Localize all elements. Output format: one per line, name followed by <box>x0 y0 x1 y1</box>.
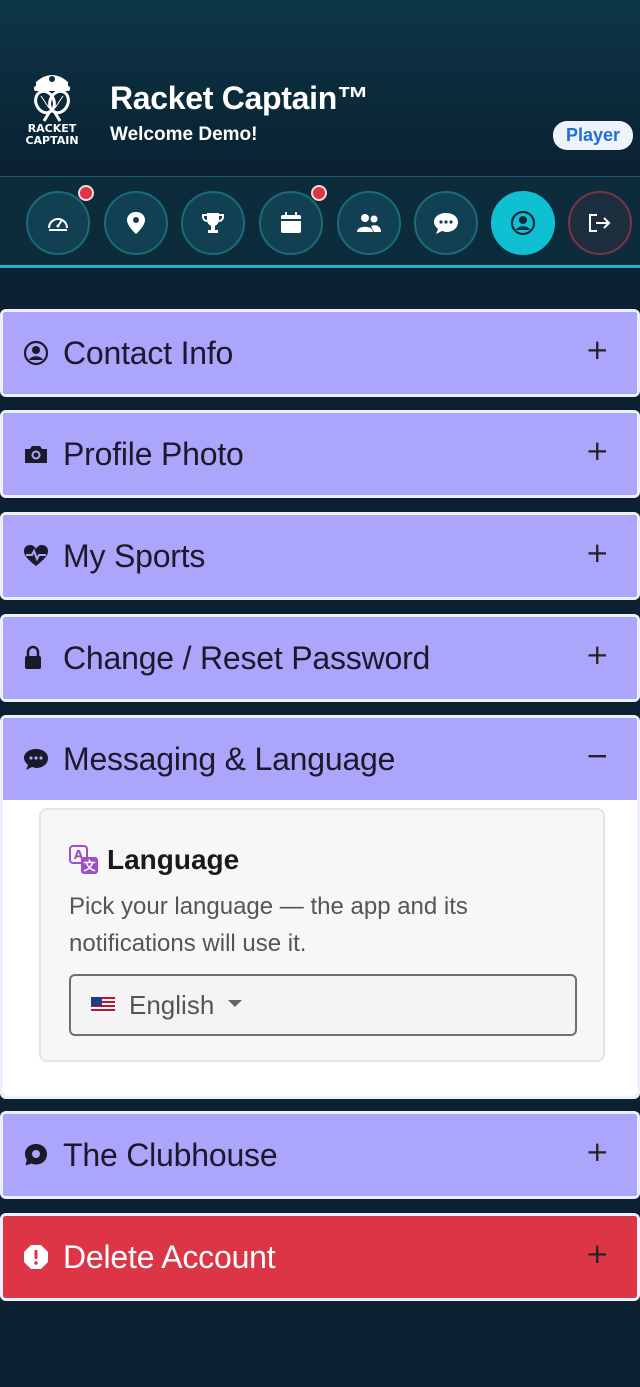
nav-messages-button[interactable] <box>414 191 478 255</box>
language-card: A 文 Language Pick your language — the ap… <box>39 808 605 1062</box>
expand-toggle-icon[interactable]: + <box>586 437 609 465</box>
nav-trophy-button[interactable] <box>181 191 245 255</box>
section-my-sports-header[interactable]: My Sports + <box>3 515 637 597</box>
expand-toggle-icon[interactable]: + <box>586 641 609 669</box>
logo-text-captain: CAPTAIN <box>25 134 79 147</box>
section-label: Delete Account <box>63 1238 276 1275</box>
section-label: Contact Info <box>63 334 234 371</box>
section-label: My Sports <box>63 537 206 574</box>
logout-icon <box>589 214 611 232</box>
section-profile-photo-header[interactable]: Profile Photo + <box>3 413 637 495</box>
language-description: Pick your language — the app and its not… <box>69 893 468 957</box>
collapse-toggle-icon[interactable]: − <box>586 742 609 770</box>
section-delete-account: Delete Account + <box>0 1213 640 1301</box>
section-messaging-language-header[interactable]: Messaging & Language − <box>3 718 637 800</box>
people-icon <box>357 214 381 232</box>
language-select[interactable]: English <box>69 974 577 1036</box>
section-password: Change / Reset Password + <box>0 614 640 702</box>
chat-dots-icon <box>23 744 53 774</box>
expand-toggle-icon[interactable]: + <box>586 1240 609 1268</box>
location-pin-icon <box>127 212 145 234</box>
chat-icon <box>434 213 458 234</box>
user-circle-icon <box>23 338 53 368</box>
section-label: Messaging & Language <box>63 740 396 777</box>
chat-bubble-icon <box>23 1140 53 1170</box>
lock-icon <box>23 643 53 673</box>
chevron-down-icon <box>228 999 243 1007</box>
language-heading: A 文 Language <box>69 844 239 876</box>
role-badge: Player <box>553 121 633 150</box>
expand-toggle-icon[interactable]: + <box>586 539 609 567</box>
section-my-sports: My Sports + <box>0 512 640 600</box>
section-clubhouse-header[interactable]: The Clubhouse + <box>3 1114 637 1196</box>
section-clubhouse: The Clubhouse + <box>0 1111 640 1199</box>
calendar-icon <box>281 212 301 233</box>
section-messaging-language: Messaging & Language − A 文 Language Pick… <box>0 715 640 1099</box>
translate-icon: A 文 <box>69 845 99 875</box>
section-label: Change / Reset Password <box>63 639 431 676</box>
us-flag-icon <box>91 997 115 1013</box>
nav-logout-button[interactable] <box>568 191 632 255</box>
camera-icon <box>23 439 53 469</box>
nav-calendar-button[interactable] <box>259 185 327 255</box>
nav-dashboard-button[interactable] <box>26 185 94 255</box>
section-delete-account-header[interactable]: Delete Account + <box>3 1216 637 1298</box>
user-circle-icon <box>510 210 536 236</box>
section-profile-photo: Profile Photo + <box>0 410 640 498</box>
app-logo: RACKET CAPTAIN <box>20 66 84 146</box>
notification-dot <box>311 185 327 201</box>
main-nav <box>0 176 640 268</box>
nav-profile-button[interactable] <box>491 191 555 255</box>
svg-text:文: 文 <box>83 858 96 873</box>
app-title: Racket Captain™ <box>110 80 369 116</box>
speedometer-icon <box>48 218 68 231</box>
captain-racket-logo-icon <box>34 75 70 122</box>
expand-toggle-icon[interactable]: + <box>586 336 609 364</box>
app-header: RACKET CAPTAIN Racket Captain™ Welcome D… <box>0 0 640 176</box>
nav-locations-button[interactable] <box>104 191 168 255</box>
nav-people-button[interactable] <box>337 191 401 255</box>
heart-pulse-icon <box>23 541 53 571</box>
section-contact-info: Contact Info + <box>0 309 640 397</box>
welcome-text: Welcome Demo! <box>110 124 258 145</box>
trophy-icon <box>202 213 224 233</box>
section-password-header[interactable]: Change / Reset Password + <box>3 617 637 699</box>
section-label: The Clubhouse <box>63 1136 278 1173</box>
exclamation-octagon-icon <box>23 1242 53 1272</box>
expand-toggle-icon[interactable]: + <box>586 1138 609 1166</box>
language-title: Language <box>107 844 240 875</box>
logo-text-racket: RACKET <box>27 122 77 135</box>
language-select-value: English <box>129 989 215 1020</box>
section-contact-info-header[interactable]: Contact Info + <box>3 312 637 394</box>
section-messaging-language-body: A 文 Language Pick your language — the ap… <box>3 800 637 1096</box>
section-label: Profile Photo <box>63 435 244 472</box>
notification-dot <box>78 185 94 201</box>
